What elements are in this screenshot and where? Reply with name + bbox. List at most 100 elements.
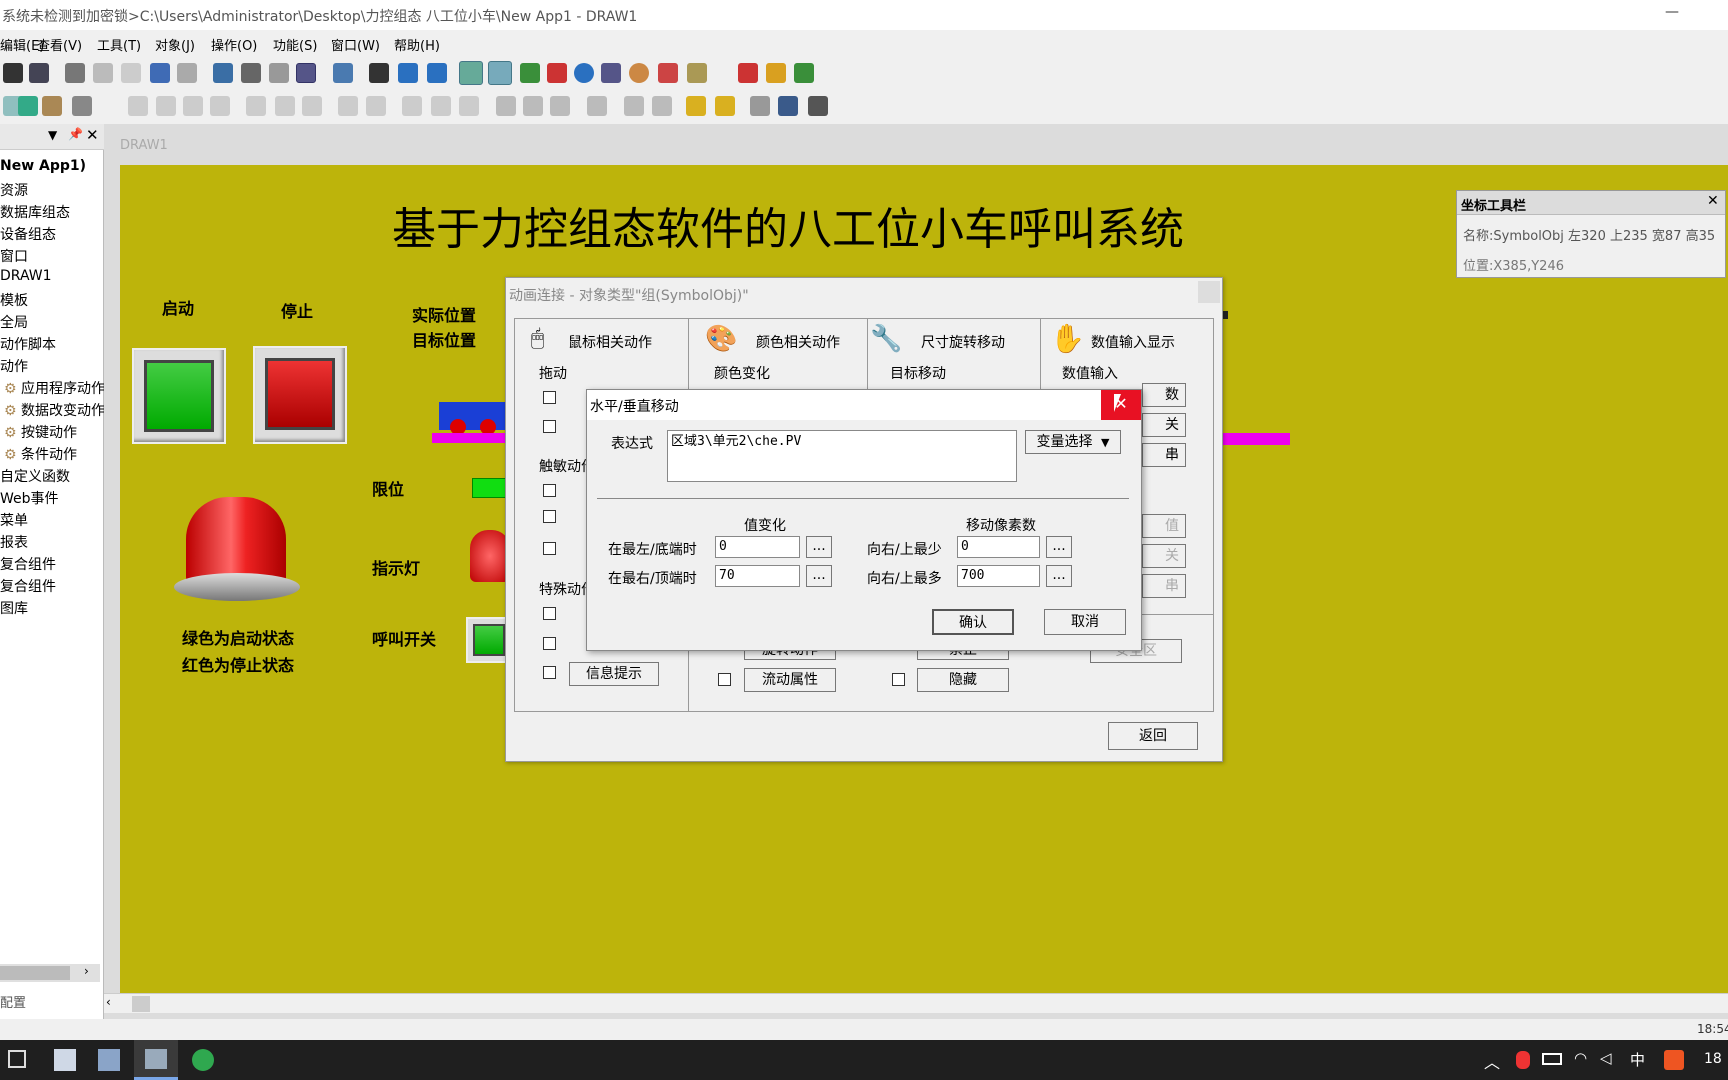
bring-front-icon[interactable] (686, 96, 706, 116)
scroll-thumb[interactable] (0, 966, 70, 980)
switch-display-button[interactable]: 关 (1142, 544, 1186, 568)
send-back-icon[interactable] (715, 96, 735, 116)
info-tip-button[interactable]: 信息提示 (569, 662, 659, 686)
menu-window[interactable]: 窗口(W) (331, 35, 380, 54)
symbol-icon[interactable] (42, 96, 62, 116)
redo-icon[interactable] (177, 63, 197, 83)
start-button[interactable] (132, 348, 226, 444)
left-bottom-input[interactable]: 0 (715, 536, 800, 558)
align-center-icon[interactable] (246, 96, 266, 116)
checkbox[interactable] (543, 510, 556, 523)
space-h-icon[interactable] (338, 96, 358, 116)
duplicate-icon[interactable] (750, 96, 770, 116)
task-view-icon[interactable] (8, 1050, 26, 1068)
checkbox[interactable] (543, 484, 556, 497)
coord-header[interactable]: 坐标工具栏 ✕ (1457, 191, 1725, 215)
pin-icon[interactable]: 📌 (68, 127, 83, 141)
same-size-icon[interactable] (459, 96, 479, 116)
tree-item[interactable]: 数据库组态 (0, 202, 70, 222)
close-app-icon[interactable] (738, 63, 758, 83)
tree-item[interactable]: 设备组态 (0, 224, 56, 244)
space-v-icon[interactable] (366, 96, 386, 116)
help-icon[interactable] (574, 63, 594, 83)
string-button[interactable]: 串 (1142, 443, 1186, 467)
expression-input[interactable]: 区域3\单元2\che.PV (667, 430, 1017, 482)
tree-item[interactable]: DRAW1 (0, 268, 52, 284)
flip-h-icon[interactable] (496, 96, 516, 116)
alarm-icon[interactable] (658, 63, 678, 83)
chevron-down-icon[interactable]: ▼ (48, 128, 57, 142)
align-middle-icon[interactable] (275, 96, 295, 116)
image-icon[interactable] (18, 96, 38, 116)
tree-item[interactable]: 动作 (0, 356, 28, 376)
front-icon[interactable] (587, 96, 607, 116)
tree-item[interactable]: 图库 (0, 598, 28, 618)
move-dialog-titlebar[interactable]: 水平/垂直移动 ✕ (587, 390, 1141, 420)
flow-checkbox[interactable] (718, 673, 731, 686)
hide-button[interactable]: 隐藏 (917, 668, 1009, 692)
cut-icon[interactable] (65, 63, 85, 83)
report-icon[interactable] (794, 63, 814, 83)
download-icon[interactable] (520, 63, 540, 83)
checkbox[interactable] (543, 542, 556, 555)
align-top-icon[interactable] (183, 96, 203, 116)
tree-item[interactable]: 自定义函数 (0, 466, 70, 486)
stop-button[interactable] (253, 346, 347, 444)
tree-item[interactable]: 菜单 (0, 510, 28, 530)
min-move-input[interactable]: 0 (957, 536, 1040, 558)
hide-checkbox[interactable] (892, 673, 905, 686)
active-app-slot[interactable] (134, 1040, 178, 1080)
right-top-browse[interactable]: ... (806, 565, 832, 587)
tree-item[interactable]: 窗口 (0, 246, 28, 266)
align-bottom-icon[interactable] (210, 96, 230, 116)
close-icon[interactable]: ✕ (1101, 390, 1141, 420)
clock[interactable]: 18 (1704, 1051, 1722, 1067)
menu-operate[interactable]: 操作(O) (211, 35, 257, 54)
tree-item[interactable]: 动作脚本 (0, 334, 56, 354)
panel-footer[interactable]: 配置 (0, 992, 26, 1011)
cancel-button[interactable]: 取消 (1044, 609, 1126, 635)
flow-attr-button[interactable]: 流动属性 (744, 668, 836, 692)
menu-function[interactable]: 功能(S) (273, 35, 317, 54)
scroll-left-icon[interactable]: ‹ (106, 995, 111, 1009)
menu-view[interactable]: 查看(V) (37, 35, 82, 54)
ime-indicator[interactable]: 中 (1630, 1049, 1645, 1070)
minimize-button[interactable]: — (1665, 4, 1679, 20)
flip-v-icon[interactable] (523, 96, 543, 116)
color-icon[interactable] (629, 63, 649, 83)
sogou-icon[interactable] (1664, 1050, 1684, 1070)
browser-icon[interactable] (192, 1049, 214, 1071)
print-icon[interactable] (241, 63, 261, 83)
max-move-input[interactable]: 700 (957, 565, 1040, 587)
tree-item[interactable]: ⚙ 按键动作 (4, 422, 77, 442)
window-icon[interactable] (427, 63, 447, 83)
dialog-close-button[interactable] (1198, 281, 1220, 303)
same-width-icon[interactable] (402, 96, 422, 116)
refresh-icon[interactable] (333, 63, 353, 83)
battery-icon[interactable] (1542, 1053, 1562, 1065)
property-icon[interactable] (72, 96, 92, 116)
checkbox[interactable] (543, 420, 556, 433)
same-height-icon[interactable] (431, 96, 451, 116)
run-icon[interactable] (459, 61, 483, 85)
app-icon[interactable] (98, 1049, 120, 1071)
config-icon[interactable] (687, 63, 707, 83)
string-display-button[interactable]: 串 (1142, 574, 1186, 598)
tools-icon[interactable] (547, 63, 567, 83)
tree-item[interactable]: ⚙ 应用程序动作 (4, 378, 105, 398)
value-button[interactable]: 数 (1142, 383, 1186, 407)
left-bottom-browse[interactable]: ... (806, 536, 832, 558)
device-icon[interactable] (601, 63, 621, 83)
group-icon[interactable] (624, 96, 644, 116)
checkbox[interactable] (543, 391, 556, 404)
variable-select-button[interactable]: 变量选择 ▼ (1025, 430, 1121, 454)
right-top-input[interactable]: 70 (715, 565, 800, 587)
close-icon[interactable]: ✕ (1707, 193, 1719, 209)
tree-item[interactable]: ⚙ 条件动作 (4, 444, 77, 464)
canvas-hscroll[interactable]: ‹ (104, 993, 1728, 1013)
menu-object[interactable]: 对象(J) (155, 35, 195, 54)
align-left-icon[interactable] (128, 96, 148, 116)
ungroup-icon[interactable] (652, 96, 672, 116)
checkbox[interactable] (543, 666, 556, 679)
scroll-thumb[interactable] (132, 996, 150, 1012)
